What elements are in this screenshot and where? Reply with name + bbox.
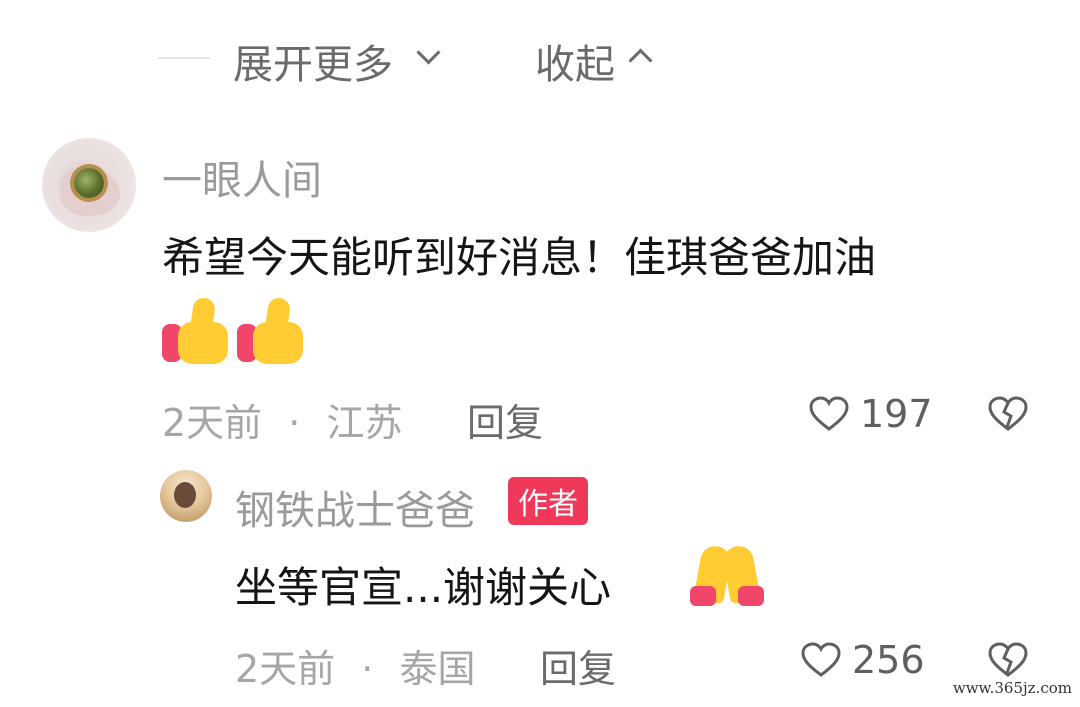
comment-meta: 2天前 · 泰国: [235, 638, 475, 693]
like-count: 256: [852, 638, 925, 682]
chevron-down-icon[interactable]: [416, 40, 441, 65]
heart-icon[interactable]: [801, 642, 841, 678]
avatar-gem-shape: [74, 168, 104, 198]
broken-heart-icon[interactable]: [988, 642, 1028, 678]
comment-emoji-row: [162, 296, 307, 368]
folded-hands-icon: [690, 542, 766, 610]
comment-username[interactable]: 钢铁战士爸爸: [235, 478, 475, 536]
thumbs-up-icon: [237, 296, 305, 364]
expand-more-button[interactable]: 展开更多: [233, 32, 393, 90]
comment-text: 希望今天能听到好消息！佳琪爸爸加油: [162, 233, 877, 282]
meta-separator: ·: [288, 401, 301, 445]
comment-text: 坐等官宣...谢谢关心: [235, 563, 612, 612]
collapse-label: 收起: [535, 42, 615, 88]
reply-button[interactable]: 回复: [540, 638, 616, 693]
expand-more-label: 展开更多: [233, 42, 393, 88]
watermark: www.365jz.com: [952, 679, 1072, 697]
reply-button[interactable]: 回复: [467, 392, 543, 447]
chevron-up-icon[interactable]: [628, 48, 653, 73]
like-count: 197: [860, 392, 933, 436]
avatar[interactable]: [160, 470, 212, 522]
heart-icon[interactable]: [809, 396, 849, 432]
meta-separator: ·: [361, 647, 374, 691]
comment-meta: 2天前 · 江苏: [162, 392, 402, 447]
broken-heart-icon[interactable]: [988, 396, 1028, 432]
comment-location: 江苏: [326, 401, 403, 445]
avatar-figure-shape: [174, 482, 196, 508]
comment-time: 2天前: [162, 401, 263, 445]
comment-time: 2天前: [235, 647, 336, 691]
thread-divider: [158, 57, 210, 59]
collapse-button[interactable]: 收起: [535, 32, 615, 90]
author-badge: 作者: [508, 477, 588, 525]
comment-username[interactable]: 一眼人间: [162, 148, 322, 206]
comment-location: 泰国: [399, 647, 476, 691]
avatar[interactable]: [42, 138, 136, 232]
thumbs-up-icon: [162, 296, 230, 364]
